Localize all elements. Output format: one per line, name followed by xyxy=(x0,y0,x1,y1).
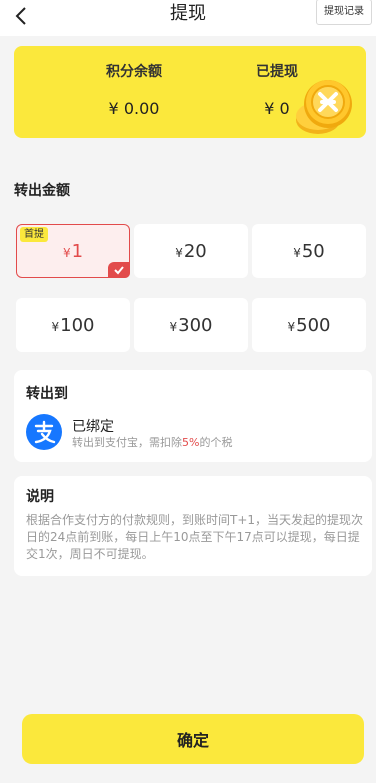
nav-bar: 提现 提现记录 xyxy=(0,0,376,36)
balance-card: 积分余额 ¥ 0.00 已提现 ¥ 0 xyxy=(14,46,366,138)
transfer-amount-title: 转出金额 xyxy=(14,183,70,199)
currency-symbol: ¥ xyxy=(287,319,296,334)
amount-options: 首提 ¥1 ¥20 ¥50 ¥100 ¥300 ¥500 xyxy=(16,224,366,356)
confirm-button[interactable]: 确定 xyxy=(22,714,364,764)
first-withdraw-badge: 首提 xyxy=(20,227,48,242)
amount-value: 20 xyxy=(183,240,207,262)
tax-notice-suffix: 的个税 xyxy=(199,436,233,449)
amount-value: 100 xyxy=(60,314,95,336)
transfer-to-card: 转出到 已绑定 转出到支付宝，需扣除5%的个税 xyxy=(14,370,372,462)
amount-option-300[interactable]: ¥300 xyxy=(134,298,248,352)
gold-coin-icon xyxy=(296,80,352,134)
explanation-text: 根据合作支付方的付款规则，到账时间T+1，当天发起的提现次日的24点前到账，每日… xyxy=(26,513,364,561)
transfer-to-title: 转出到 xyxy=(26,386,68,402)
alipay-icon xyxy=(26,414,62,450)
amount-value: 500 xyxy=(296,314,331,336)
amount-value: 1 xyxy=(71,240,84,262)
points-balance-label: 积分余额 xyxy=(106,64,162,80)
check-icon xyxy=(108,262,130,278)
tax-notice-prefix: 转出到支付宝，需扣除 xyxy=(72,436,182,449)
amount-value: 300 xyxy=(178,314,213,336)
amount-option-20[interactable]: ¥20 xyxy=(134,224,248,278)
currency-symbol: ¥ xyxy=(169,319,178,334)
withdraw-history-button[interactable]: 提现记录 xyxy=(316,0,372,25)
currency-symbol: ¥ xyxy=(175,245,183,260)
explanation-title: 说明 xyxy=(26,489,54,505)
currency-symbol: ¥ xyxy=(293,245,301,260)
amount-option-1[interactable]: 首提 ¥1 xyxy=(16,224,130,278)
points-balance: 积分余额 ¥ 0.00 xyxy=(74,62,194,120)
points-balance-value: ¥ 0.00 xyxy=(108,99,160,118)
currency-symbol: ¥ xyxy=(62,245,71,260)
amount-value: 50 xyxy=(301,240,325,262)
explanation-card: 说明 根据合作支付方的付款规则，到账时间T+1，当天发起的提现次日的24点前到账… xyxy=(14,476,372,576)
tax-rate: 5% xyxy=(182,436,200,449)
amount-option-100[interactable]: ¥100 xyxy=(16,298,130,352)
tax-notice: 转出到支付宝，需扣除5%的个税 xyxy=(72,434,232,450)
amount-option-500[interactable]: ¥500 xyxy=(252,298,366,352)
amount-option-50[interactable]: ¥50 xyxy=(252,224,366,278)
currency-symbol: ¥ xyxy=(51,319,60,334)
account-bound-status: 已绑定 xyxy=(72,419,114,435)
